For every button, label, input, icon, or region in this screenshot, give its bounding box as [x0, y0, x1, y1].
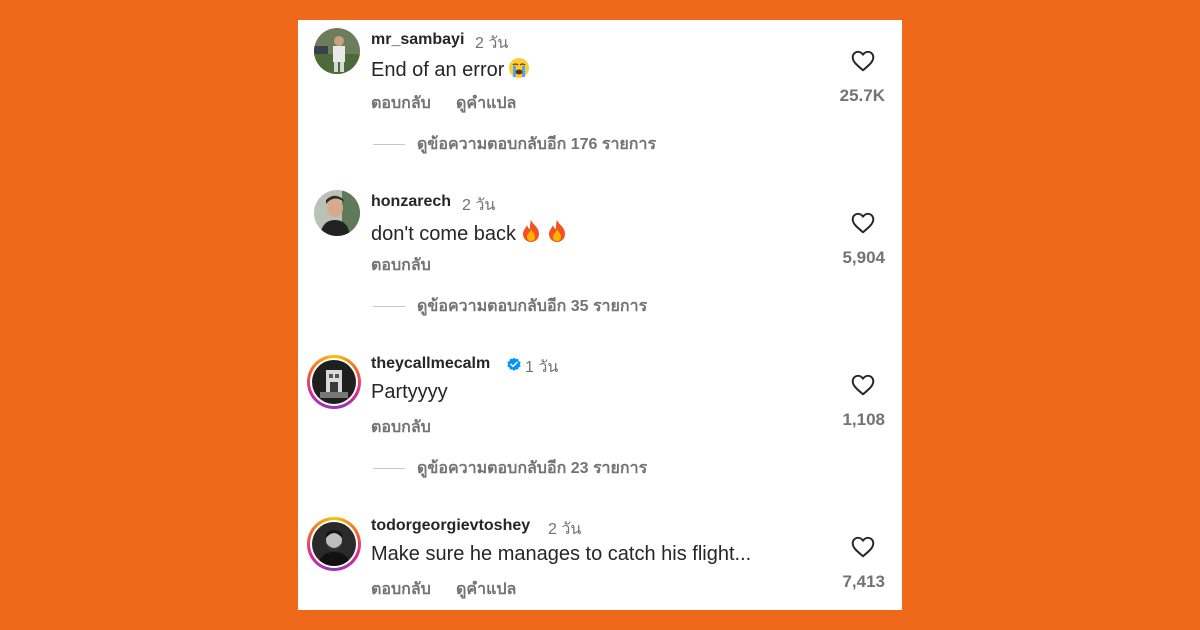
- verified-badge-icon: [507, 357, 521, 371]
- timestamp: 2 วัน: [462, 197, 496, 214]
- see-translation-button[interactable]: ดูคำแปล: [456, 91, 516, 116]
- view-replies-button[interactable]: ดูข้อความตอบกลับอีก 176 รายการ: [373, 134, 656, 154]
- view-replies-label: ดูข้อความตอบกลับอีก 23 รายการ: [417, 459, 648, 477]
- heart-outline-icon[interactable]: [850, 372, 876, 398]
- comment-text: Partyyyy: [371, 381, 448, 403]
- divider-line: [373, 467, 405, 469]
- timestamp: 1 วัน: [525, 359, 559, 376]
- view-replies-label: ดูข้อความตอบกลับอีก 35 รายการ: [417, 297, 648, 315]
- comment-text: Make sure he manages to catch his flight…: [371, 543, 752, 565]
- view-replies-button[interactable]: ดูข้อความตอบกลับอีก 35 รายการ: [373, 296, 647, 316]
- username[interactable]: mr_sambayi: [371, 31, 464, 49]
- comment-text: End of an error: [371, 57, 530, 85]
- timestamp: 2 วัน: [548, 521, 582, 538]
- like-count: 1,108: [842, 410, 885, 429]
- avatar-inner: [310, 358, 358, 406]
- comment-item: mr_sambayi 2 วัน End of an error ตอบกลับ…: [298, 20, 902, 153]
- crying-face-emoji: [508, 57, 530, 85]
- heart-outline-icon[interactable]: [850, 534, 876, 560]
- reply-button[interactable]: ตอบกลับ: [371, 253, 431, 278]
- like-count: 25.7K: [839, 86, 885, 105]
- heart-outline-icon[interactable]: [850, 210, 876, 236]
- heart-outline-icon[interactable]: [850, 48, 876, 74]
- reply-button[interactable]: ตอบกลับ: [371, 577, 431, 602]
- reply-button[interactable]: ตอบกลับ: [371, 415, 431, 440]
- like-count: 5,904: [842, 248, 885, 267]
- username[interactable]: theycallmecalm: [371, 355, 490, 373]
- fire-emoji: [546, 219, 568, 249]
- like-count: 7,413: [842, 572, 885, 591]
- timestamp: 2 วัน: [475, 35, 509, 52]
- avatar[interactable]: [307, 355, 361, 409]
- comment-text: don't come back: [371, 219, 568, 249]
- avatar[interactable]: [314, 28, 360, 74]
- comments-card: mr_sambayi 2 วัน End of an error ตอบกลับ…: [298, 20, 902, 610]
- avatar[interactable]: [307, 517, 361, 571]
- view-replies-button[interactable]: ดูข้อความตอบกลับอีก 23 รายการ: [373, 458, 647, 478]
- reply-button[interactable]: ตอบกลับ: [371, 91, 431, 116]
- comment-item: theycallmecalm 1 วัน Partyyyy ตอบกลับ 1,…: [298, 344, 902, 477]
- see-translation-button[interactable]: ดูคำแปล: [456, 577, 516, 602]
- view-replies-label: ดูข้อความตอบกลับอีก 176 รายการ: [417, 135, 657, 153]
- username[interactable]: honzarech: [371, 193, 451, 211]
- divider-line: [373, 143, 405, 145]
- avatar[interactable]: [314, 190, 360, 236]
- username[interactable]: todorgeorgievtoshey: [371, 517, 530, 535]
- comment-item: honzarech 2 วัน don't come back ตอบกลับ …: [298, 182, 902, 315]
- comment-item: todorgeorgievtoshey 2 วัน Make sure he m…: [298, 506, 902, 610]
- divider-line: [373, 305, 405, 307]
- avatar-inner: [310, 520, 358, 568]
- fire-emoji: [520, 219, 542, 249]
